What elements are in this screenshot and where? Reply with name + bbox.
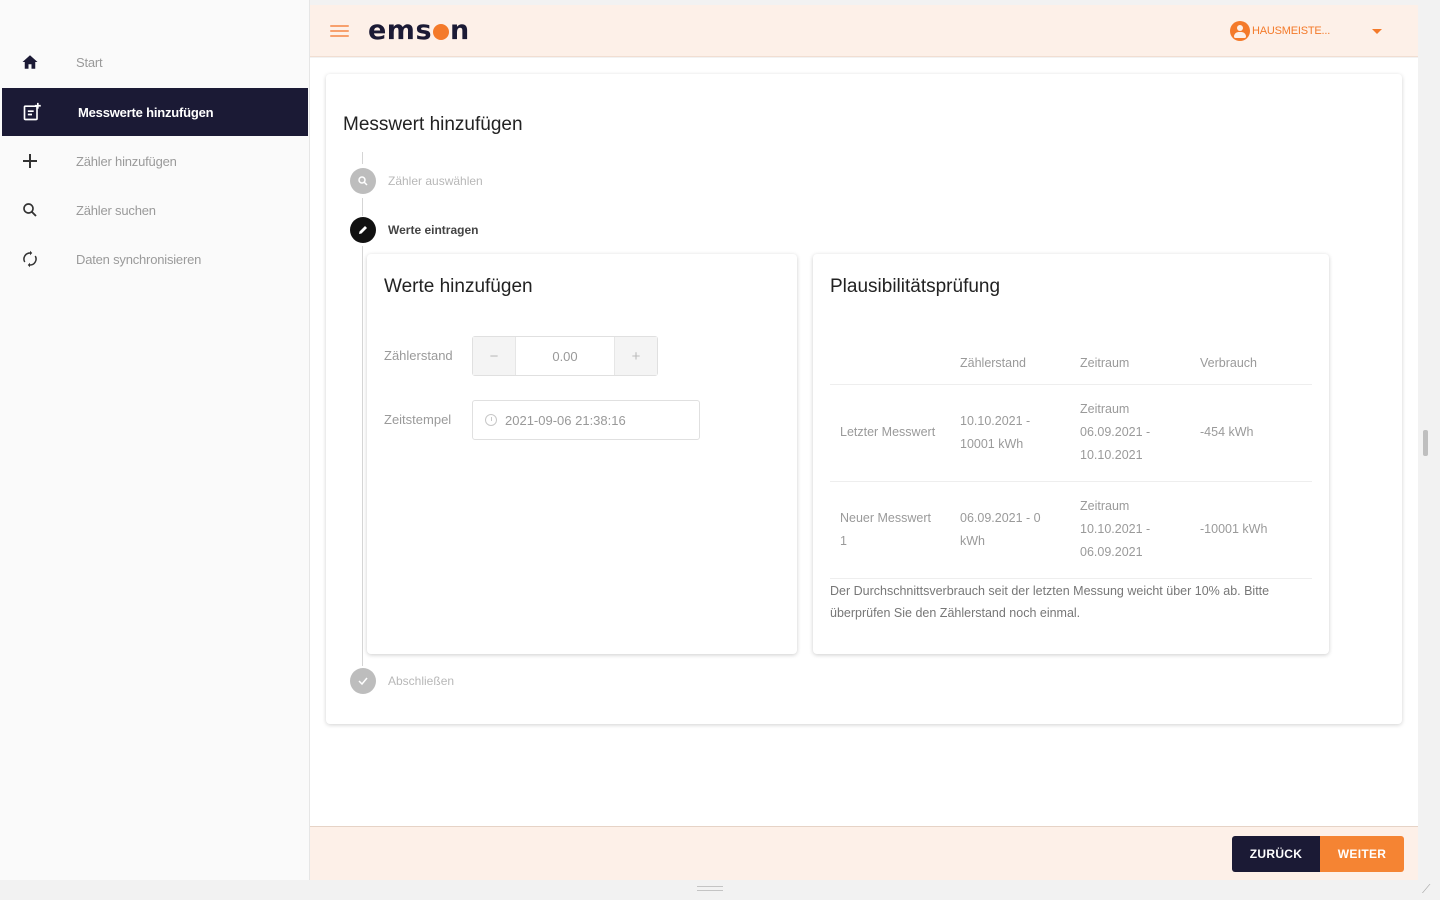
step-select-meter[interactable]: Zähler auswählen	[350, 168, 483, 194]
plausibility-panel: Plausibilitätsprüfung Zählerstand Zeitra…	[813, 254, 1329, 654]
sidebar-item-label: Zähler suchen	[76, 202, 156, 218]
pencil-icon	[350, 217, 376, 243]
column-header: Zählerstand	[950, 342, 1070, 385]
table-cell: Neuer Messwert 1	[830, 481, 950, 579]
timestamp-value: 2021-09-06 21:38:16	[505, 412, 626, 428]
search-icon	[20, 200, 40, 220]
column-header: Zeitraum	[1070, 342, 1190, 385]
emson-logo: ems n	[368, 15, 470, 46]
table-cell: Zeitraum 06.09.2021 - 10.10.2021	[1070, 384, 1190, 482]
increment-button[interactable]: +	[615, 337, 657, 375]
table-cell: -10001 kWh	[1190, 481, 1312, 579]
user-menu[interactable]: HAUSMEISTE...	[1230, 21, 1382, 41]
clock-icon	[485, 414, 497, 426]
column-header	[830, 342, 950, 385]
check-icon	[350, 668, 376, 694]
resize-corner-icon[interactable]: ⟋	[1422, 882, 1430, 897]
timestamp-input[interactable]: 2021-09-06 21:38:16	[472, 400, 700, 440]
scrollbar-handle[interactable]	[1423, 430, 1428, 456]
menu-icon[interactable]	[330, 25, 349, 39]
meter-reading-stepper: − 0.00 +	[472, 336, 658, 376]
panel-title: Werte hinzufügen	[384, 276, 533, 297]
sidebar-item-add-readings[interactable]: Messwerte hinzufügen	[2, 88, 308, 136]
step-connector	[362, 152, 363, 164]
page-title: Messwert hinzufügen	[343, 114, 523, 135]
table-cell: 10.10.2021 - 10001 kWh	[950, 384, 1070, 482]
table-row: Neuer Messwert 1 06.09.2021 - 0 kWh Zeit…	[830, 481, 1312, 579]
step-label: Zähler auswählen	[388, 174, 483, 188]
search-icon	[350, 168, 376, 194]
meter-reading-label: Zählerstand	[384, 348, 453, 363]
sync-icon	[20, 249, 40, 269]
sidebar-item-sync[interactable]: Daten synchronisieren	[0, 235, 308, 283]
decrement-button[interactable]: −	[473, 337, 515, 375]
table-row: Letzter Messwert 10.10.2021 - 10001 kWh …	[830, 384, 1312, 482]
sidebar-item-label: Zähler hinzufügen	[76, 153, 177, 169]
sidebar-item-start[interactable]: Start	[0, 38, 308, 86]
sidebar-item-label: Messwerte hinzufügen	[78, 104, 214, 120]
step-label: Abschließen	[388, 674, 455, 688]
sidebar-item-add-meter[interactable]: Zähler hinzufügen	[0, 137, 308, 185]
main-content: Messwert hinzufügen Zähler auswählen Wer…	[310, 58, 1418, 826]
add-reading-icon	[22, 102, 42, 122]
step-label: Werte eintragen	[388, 223, 479, 237]
plausibility-warning: Der Durchschnittsverbrauch seit der letz…	[830, 584, 1270, 620]
back-button[interactable]: ZURÜCK	[1232, 836, 1320, 872]
next-button[interactable]: WEITER	[1320, 836, 1404, 872]
stepper-card: Messwert hinzufügen Zähler auswählen Wer…	[326, 74, 1402, 724]
sidebar: Start Messwerte hinzufügen Zähler hinzuf…	[0, 0, 310, 880]
table-cell: Zeitraum 10.10.2021 - 06.09.2021	[1070, 481, 1190, 579]
meter-reading-input[interactable]: 0.00	[515, 337, 615, 375]
resize-handle[interactable]	[697, 886, 723, 891]
step-enter-values[interactable]: Werte eintragen	[350, 217, 478, 243]
chevron-down-icon	[1372, 29, 1382, 34]
sidebar-item-label: Start	[76, 54, 103, 70]
step-finish[interactable]: Abschließen	[350, 668, 454, 694]
action-bar: ZURÜCK WEITER	[310, 826, 1418, 880]
app-header: ems n HAUSMEISTE...	[310, 5, 1418, 57]
sidebar-item-label: Daten synchronisieren	[76, 251, 202, 267]
user-name: HAUSMEISTE...	[1252, 25, 1331, 37]
step-connector	[362, 246, 363, 666]
panel-title: Plausibilitätsprüfung	[830, 276, 1001, 297]
plausibility-table: Zählerstand Zeitraum Verbrauch Letzter M…	[830, 342, 1312, 579]
column-header: Verbrauch	[1190, 342, 1312, 385]
table-cell: -454 kWh	[1190, 384, 1312, 482]
table-cell: 06.09.2021 - 0 kWh	[950, 481, 1070, 579]
plus-icon	[20, 151, 40, 171]
step-connector	[362, 198, 363, 216]
values-panel: Werte hinzufügen Zählerstand − 0.00 + Ze…	[367, 254, 797, 654]
table-header-row: Zählerstand Zeitraum Verbrauch	[830, 342, 1312, 385]
timestamp-label: Zeitstempel	[384, 412, 452, 427]
account-icon	[1230, 21, 1250, 41]
sidebar-item-search-meter[interactable]: Zähler suchen	[0, 186, 308, 234]
table-cell: Letzter Messwert	[830, 384, 950, 482]
home-icon	[20, 52, 40, 72]
